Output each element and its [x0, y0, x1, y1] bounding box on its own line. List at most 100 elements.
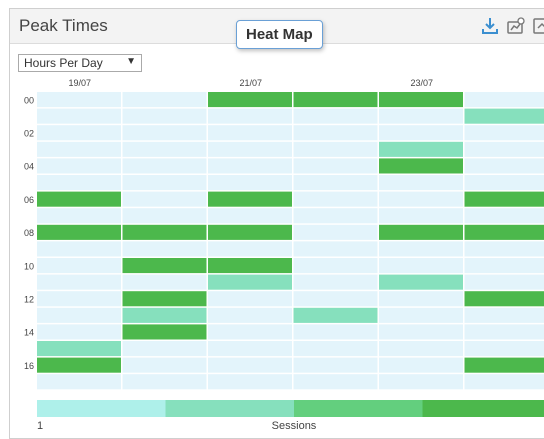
heatmap-cell[interactable] — [464, 341, 544, 357]
heatmap-cell[interactable] — [122, 324, 207, 340]
heatmap-cell[interactable] — [208, 108, 292, 124]
heatmap-cell[interactable] — [464, 175, 544, 191]
heatmap-cell[interactable] — [122, 374, 207, 390]
heatmap-cell[interactable] — [122, 341, 207, 357]
heatmap-cell[interactable] — [379, 224, 463, 240]
heatmap-cell[interactable] — [293, 175, 378, 191]
heatmap-cell[interactable] — [293, 108, 378, 124]
heatmap-cell[interactable] — [37, 125, 121, 141]
heatmap-cell[interactable] — [379, 191, 463, 207]
heatmap-cell[interactable] — [122, 224, 207, 240]
heatmap-cell[interactable] — [379, 324, 463, 340]
heatmap-cell[interactable] — [208, 191, 292, 207]
heatmap-cell[interactable] — [37, 341, 121, 357]
heatmap-cell[interactable] — [37, 158, 121, 174]
heatmap-cell[interactable] — [37, 191, 121, 207]
heatmap-cell[interactable] — [293, 158, 378, 174]
heatmap-cell[interactable] — [37, 224, 121, 240]
heatmap-cell[interactable] — [464, 357, 544, 373]
heatmap-cell[interactable] — [37, 291, 121, 307]
heatmap-cell[interactable] — [208, 324, 292, 340]
heatmap-cell[interactable] — [122, 291, 207, 307]
heatmap-cell[interactable] — [379, 357, 463, 373]
heatmap-cell[interactable] — [122, 357, 207, 373]
heatmap-cell[interactable] — [122, 241, 207, 257]
heatmap-cell[interactable] — [208, 374, 292, 390]
heatmap-cell[interactable] — [122, 274, 207, 290]
heatmap-cell[interactable] — [293, 191, 378, 207]
heatmap-cell[interactable] — [464, 374, 544, 390]
heatmap-cell[interactable] — [122, 258, 207, 274]
heatmap-cell[interactable] — [208, 92, 292, 108]
heatmap-cell[interactable] — [464, 274, 544, 290]
heatmap-cell[interactable] — [37, 307, 121, 323]
heatmap-cell[interactable] — [122, 141, 207, 157]
heatmap-cell[interactable] — [464, 208, 544, 224]
heatmap-cell[interactable] — [464, 158, 544, 174]
heatmap-cell[interactable] — [464, 241, 544, 257]
heatmap-cell[interactable] — [208, 291, 292, 307]
heatmap-cell[interactable] — [208, 158, 292, 174]
heatmap-cell[interactable] — [293, 341, 378, 357]
heatmap-cell[interactable] — [293, 357, 378, 373]
heatmap-cell[interactable] — [208, 141, 292, 157]
heatmap-cell[interactable] — [122, 125, 207, 141]
heatmap-cell[interactable] — [464, 92, 544, 108]
heatmap-cell[interactable] — [37, 208, 121, 224]
heatmap-cell[interactable] — [464, 191, 544, 207]
heatmap-cell[interactable] — [208, 341, 292, 357]
heatmap-cell[interactable] — [379, 125, 463, 141]
heatmap-cell[interactable] — [37, 374, 121, 390]
heatmap-cell[interactable] — [293, 374, 378, 390]
heatmap-cell[interactable] — [293, 92, 378, 108]
heatmap-cell[interactable] — [208, 208, 292, 224]
heatmap-cell[interactable] — [37, 324, 121, 340]
heatmap-cell[interactable] — [293, 125, 378, 141]
heatmap-cell[interactable] — [464, 324, 544, 340]
heatmap-cell[interactable] — [208, 274, 292, 290]
heatmap-cell[interactable] — [293, 141, 378, 157]
heatmap-cell[interactable] — [379, 92, 463, 108]
heatmap-cell[interactable] — [122, 175, 207, 191]
heatmap-cell[interactable] — [208, 224, 292, 240]
heatmap-cell[interactable] — [464, 291, 544, 307]
heatmap-cell[interactable] — [37, 274, 121, 290]
heatmap-cell[interactable] — [464, 307, 544, 323]
heatmap-cell[interactable] — [122, 158, 207, 174]
heatmap-cell[interactable] — [379, 274, 463, 290]
heatmap-cell[interactable] — [37, 357, 121, 373]
heatmap-cell[interactable] — [379, 341, 463, 357]
heatmap-cell[interactable] — [122, 191, 207, 207]
heatmap-cell[interactable] — [37, 92, 121, 108]
heatmap-cell[interactable] — [293, 208, 378, 224]
heatmap-cell[interactable] — [37, 258, 121, 274]
heatmap-cell[interactable] — [37, 241, 121, 257]
heatmap-cell[interactable] — [293, 324, 378, 340]
heatmap-cell[interactable] — [208, 175, 292, 191]
heatmap-cell[interactable] — [379, 175, 463, 191]
heatmap-cell[interactable] — [208, 357, 292, 373]
heatmap-cell[interactable] — [293, 307, 378, 323]
heatmap-cell[interactable] — [293, 291, 378, 307]
heatmap-cell[interactable] — [464, 141, 544, 157]
heatmap-cell[interactable] — [379, 108, 463, 124]
heatmap-cell[interactable] — [208, 258, 292, 274]
heatmap-cell[interactable] — [293, 258, 378, 274]
heatmap-cell[interactable] — [122, 92, 207, 108]
heatmap-cell[interactable] — [379, 241, 463, 257]
heatmap-cell[interactable] — [122, 208, 207, 224]
heatmap-cell[interactable] — [208, 125, 292, 141]
heatmap-cell[interactable] — [379, 141, 463, 157]
heatmap-cell[interactable] — [37, 175, 121, 191]
heatmap-cell[interactable] — [379, 208, 463, 224]
heatmap-cell[interactable] — [464, 108, 544, 124]
heatmap-cell[interactable] — [379, 307, 463, 323]
heatmap-cell[interactable] — [464, 224, 544, 240]
heatmap-cell[interactable] — [464, 125, 544, 141]
heatmap-cell[interactable] — [37, 141, 121, 157]
heatmap-cell[interactable] — [293, 274, 378, 290]
heatmap-cell[interactable] — [122, 307, 207, 323]
heatmap-cell[interactable] — [208, 307, 292, 323]
heatmap-cell[interactable] — [293, 241, 378, 257]
heatmap-cell[interactable] — [122, 108, 207, 124]
